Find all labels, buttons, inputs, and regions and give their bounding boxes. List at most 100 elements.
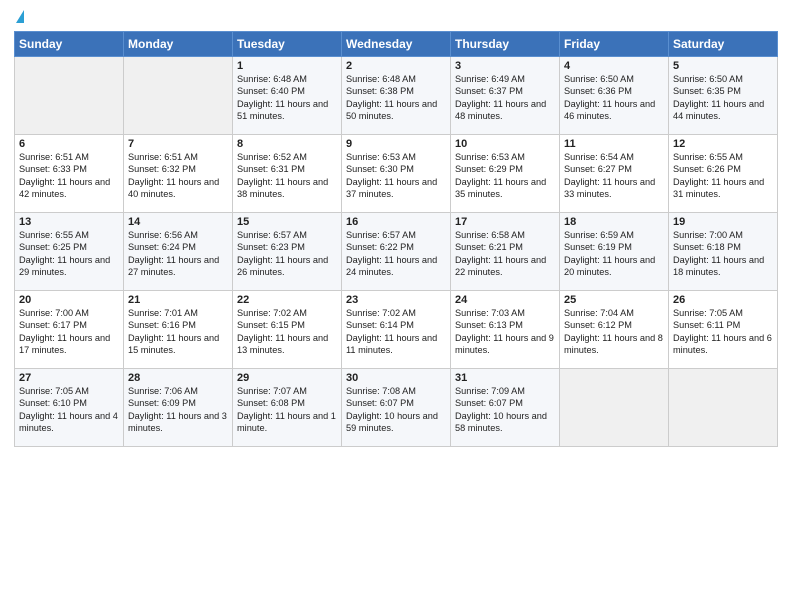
calendar-cell: 2Sunrise: 6:48 AMSunset: 6:38 PMDaylight… [342, 57, 451, 135]
day-number: 30 [346, 372, 446, 384]
calendar-cell [15, 57, 124, 135]
calendar-cell: 10Sunrise: 6:53 AMSunset: 6:29 PMDayligh… [451, 135, 560, 213]
calendar-cell: 9Sunrise: 6:53 AMSunset: 6:30 PMDaylight… [342, 135, 451, 213]
day-info: Sunrise: 7:07 AMSunset: 6:08 PMDaylight:… [237, 385, 337, 435]
day-info: Sunrise: 7:05 AMSunset: 6:11 PMDaylight:… [673, 307, 773, 357]
day-number: 2 [346, 60, 446, 72]
weekday-header-tuesday: Tuesday [233, 32, 342, 57]
day-info: Sunrise: 6:55 AMSunset: 6:25 PMDaylight:… [19, 229, 119, 279]
calendar-page: SundayMondayTuesdayWednesdayThursdayFrid… [0, 0, 792, 612]
calendar-cell: 12Sunrise: 6:55 AMSunset: 6:26 PMDayligh… [669, 135, 778, 213]
day-number: 17 [455, 216, 555, 228]
day-info: Sunrise: 6:52 AMSunset: 6:31 PMDaylight:… [237, 151, 337, 201]
calendar-cell: 4Sunrise: 6:50 AMSunset: 6:36 PMDaylight… [560, 57, 669, 135]
day-info: Sunrise: 6:51 AMSunset: 6:33 PMDaylight:… [19, 151, 119, 201]
day-info: Sunrise: 7:09 AMSunset: 6:07 PMDaylight:… [455, 385, 555, 435]
calendar-cell: 22Sunrise: 7:02 AMSunset: 6:15 PMDayligh… [233, 291, 342, 369]
calendar-week-4: 20Sunrise: 7:00 AMSunset: 6:17 PMDayligh… [15, 291, 778, 369]
weekday-header-monday: Monday [124, 32, 233, 57]
day-info: Sunrise: 6:57 AMSunset: 6:23 PMDaylight:… [237, 229, 337, 279]
day-number: 9 [346, 138, 446, 150]
day-number: 21 [128, 294, 228, 306]
day-info: Sunrise: 6:53 AMSunset: 6:29 PMDaylight:… [455, 151, 555, 201]
day-number: 16 [346, 216, 446, 228]
logo-triangle-icon [16, 10, 24, 23]
weekday-header-thursday: Thursday [451, 32, 560, 57]
calendar-cell: 17Sunrise: 6:58 AMSunset: 6:21 PMDayligh… [451, 213, 560, 291]
day-number: 31 [455, 372, 555, 384]
day-number: 22 [237, 294, 337, 306]
calendar-cell: 28Sunrise: 7:06 AMSunset: 6:09 PMDayligh… [124, 369, 233, 447]
day-info: Sunrise: 7:00 AMSunset: 6:18 PMDaylight:… [673, 229, 773, 279]
calendar-cell: 27Sunrise: 7:05 AMSunset: 6:10 PMDayligh… [15, 369, 124, 447]
day-number: 29 [237, 372, 337, 384]
weekday-header-wednesday: Wednesday [342, 32, 451, 57]
day-number: 25 [564, 294, 664, 306]
weekday-header-saturday: Saturday [669, 32, 778, 57]
calendar-week-1: 1Sunrise: 6:48 AMSunset: 6:40 PMDaylight… [15, 57, 778, 135]
day-info: Sunrise: 6:51 AMSunset: 6:32 PMDaylight:… [128, 151, 228, 201]
calendar-cell: 5Sunrise: 6:50 AMSunset: 6:35 PMDaylight… [669, 57, 778, 135]
calendar-cell: 16Sunrise: 6:57 AMSunset: 6:22 PMDayligh… [342, 213, 451, 291]
day-info: Sunrise: 6:48 AMSunset: 6:40 PMDaylight:… [237, 73, 337, 123]
day-info: Sunrise: 6:57 AMSunset: 6:22 PMDaylight:… [346, 229, 446, 279]
day-number: 19 [673, 216, 773, 228]
calendar-cell: 6Sunrise: 6:51 AMSunset: 6:33 PMDaylight… [15, 135, 124, 213]
day-info: Sunrise: 7:06 AMSunset: 6:09 PMDaylight:… [128, 385, 228, 435]
day-number: 3 [455, 60, 555, 72]
calendar-cell [669, 369, 778, 447]
day-info: Sunrise: 6:56 AMSunset: 6:24 PMDaylight:… [128, 229, 228, 279]
calendar-cell: 14Sunrise: 6:56 AMSunset: 6:24 PMDayligh… [124, 213, 233, 291]
day-number: 20 [19, 294, 119, 306]
day-info: Sunrise: 7:03 AMSunset: 6:13 PMDaylight:… [455, 307, 555, 357]
day-number: 1 [237, 60, 337, 72]
weekday-header-friday: Friday [560, 32, 669, 57]
calendar-cell: 21Sunrise: 7:01 AMSunset: 6:16 PMDayligh… [124, 291, 233, 369]
day-number: 23 [346, 294, 446, 306]
day-number: 27 [19, 372, 119, 384]
calendar-cell: 25Sunrise: 7:04 AMSunset: 6:12 PMDayligh… [560, 291, 669, 369]
calendar-week-3: 13Sunrise: 6:55 AMSunset: 6:25 PMDayligh… [15, 213, 778, 291]
calendar-table: SundayMondayTuesdayWednesdayThursdayFrid… [14, 31, 778, 447]
calendar-body: 1Sunrise: 6:48 AMSunset: 6:40 PMDaylight… [15, 57, 778, 447]
day-number: 6 [19, 138, 119, 150]
day-info: Sunrise: 6:53 AMSunset: 6:30 PMDaylight:… [346, 151, 446, 201]
day-info: Sunrise: 7:08 AMSunset: 6:07 PMDaylight:… [346, 385, 446, 435]
day-number: 28 [128, 372, 228, 384]
calendar-cell: 18Sunrise: 6:59 AMSunset: 6:19 PMDayligh… [560, 213, 669, 291]
calendar-cell: 26Sunrise: 7:05 AMSunset: 6:11 PMDayligh… [669, 291, 778, 369]
calendar-cell: 24Sunrise: 7:03 AMSunset: 6:13 PMDayligh… [451, 291, 560, 369]
logo [14, 10, 24, 23]
day-number: 8 [237, 138, 337, 150]
weekday-header-sunday: Sunday [15, 32, 124, 57]
header [14, 10, 778, 23]
day-number: 14 [128, 216, 228, 228]
day-info: Sunrise: 6:50 AMSunset: 6:35 PMDaylight:… [673, 73, 773, 123]
weekday-header-row: SundayMondayTuesdayWednesdayThursdayFrid… [15, 32, 778, 57]
day-info: Sunrise: 6:55 AMSunset: 6:26 PMDaylight:… [673, 151, 773, 201]
day-info: Sunrise: 6:54 AMSunset: 6:27 PMDaylight:… [564, 151, 664, 201]
calendar-cell: 11Sunrise: 6:54 AMSunset: 6:27 PMDayligh… [560, 135, 669, 213]
calendar-cell: 20Sunrise: 7:00 AMSunset: 6:17 PMDayligh… [15, 291, 124, 369]
calendar-cell: 30Sunrise: 7:08 AMSunset: 6:07 PMDayligh… [342, 369, 451, 447]
day-number: 5 [673, 60, 773, 72]
day-info: Sunrise: 6:50 AMSunset: 6:36 PMDaylight:… [564, 73, 664, 123]
day-number: 12 [673, 138, 773, 150]
day-number: 15 [237, 216, 337, 228]
calendar-header: SundayMondayTuesdayWednesdayThursdayFrid… [15, 32, 778, 57]
day-number: 11 [564, 138, 664, 150]
day-number: 7 [128, 138, 228, 150]
day-number: 4 [564, 60, 664, 72]
calendar-cell [124, 57, 233, 135]
calendar-cell: 15Sunrise: 6:57 AMSunset: 6:23 PMDayligh… [233, 213, 342, 291]
day-info: Sunrise: 7:02 AMSunset: 6:14 PMDaylight:… [346, 307, 446, 357]
day-info: Sunrise: 7:02 AMSunset: 6:15 PMDaylight:… [237, 307, 337, 357]
calendar-cell: 3Sunrise: 6:49 AMSunset: 6:37 PMDaylight… [451, 57, 560, 135]
day-number: 24 [455, 294, 555, 306]
day-info: Sunrise: 7:05 AMSunset: 6:10 PMDaylight:… [19, 385, 119, 435]
calendar-week-2: 6Sunrise: 6:51 AMSunset: 6:33 PMDaylight… [15, 135, 778, 213]
day-info: Sunrise: 6:58 AMSunset: 6:21 PMDaylight:… [455, 229, 555, 279]
day-number: 13 [19, 216, 119, 228]
calendar-cell: 1Sunrise: 6:48 AMSunset: 6:40 PMDaylight… [233, 57, 342, 135]
day-number: 10 [455, 138, 555, 150]
